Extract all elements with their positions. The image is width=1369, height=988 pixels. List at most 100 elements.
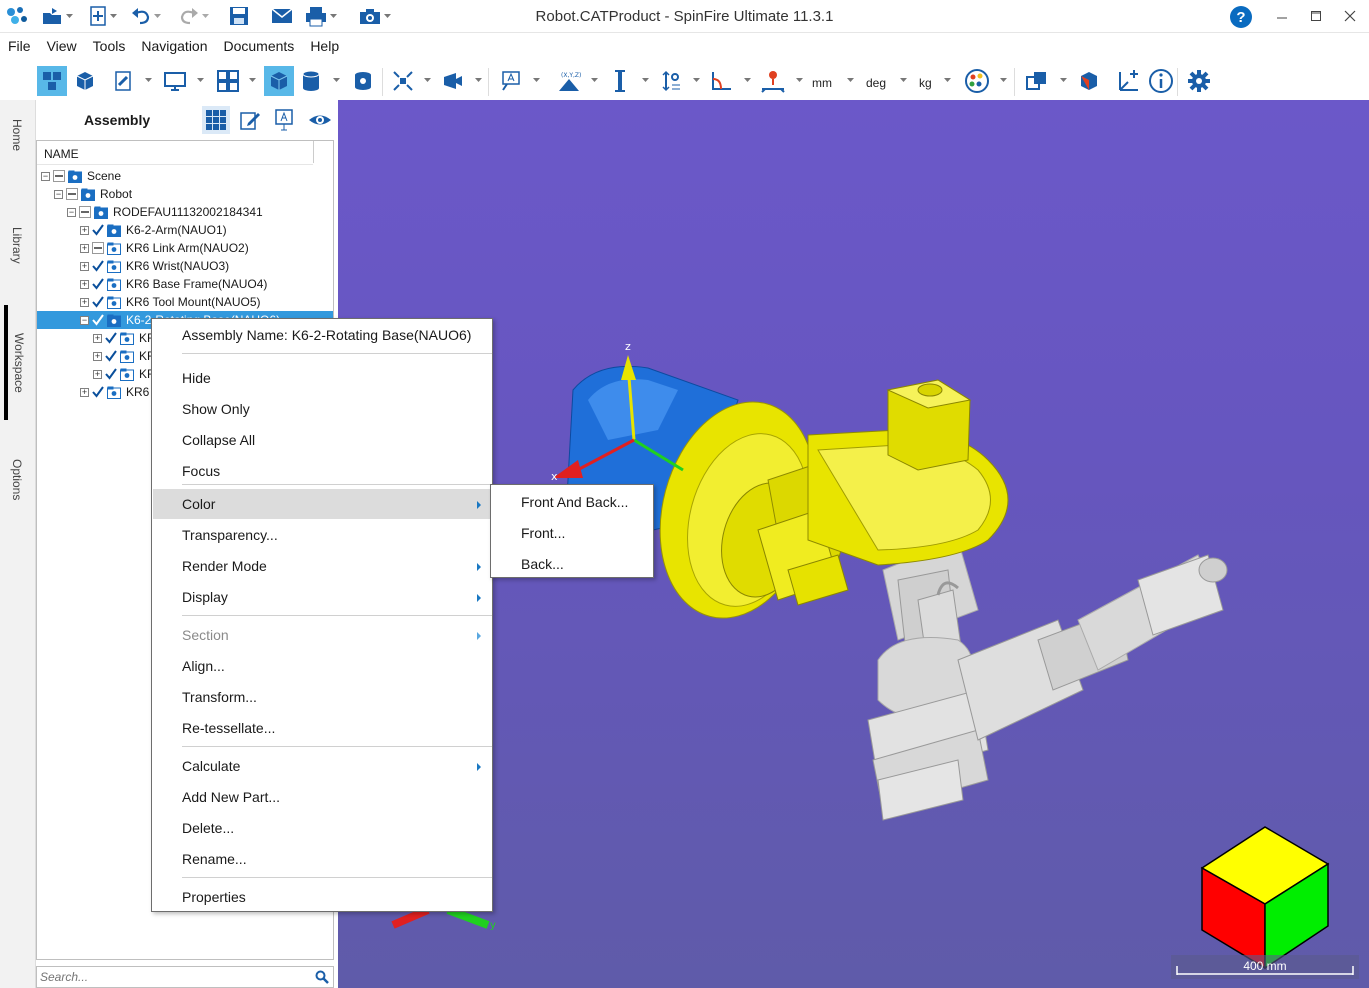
mass-unit-label[interactable]: kg xyxy=(919,76,932,90)
menu-file[interactable]: File xyxy=(0,34,39,58)
collapse-icon[interactable]: − xyxy=(41,171,50,181)
menu-item-hide[interactable]: Hide xyxy=(153,363,491,393)
visibility-checkbox[interactable] xyxy=(105,332,117,344)
angle-unit-label[interactable]: deg xyxy=(866,76,886,90)
visibility-checkbox[interactable] xyxy=(92,260,104,272)
expand-icon[interactable]: + xyxy=(93,351,102,361)
visibility-checkbox[interactable] xyxy=(92,242,104,254)
chevron-down-icon[interactable] xyxy=(1060,78,1068,84)
chevron-down-icon[interactable] xyxy=(944,78,952,84)
explode-button[interactable] xyxy=(388,66,418,96)
menu-item-focus[interactable]: Focus xyxy=(153,456,491,486)
chevron-down-icon[interactable] xyxy=(1000,78,1008,84)
menu-item-collapse-all[interactable]: Collapse All xyxy=(153,425,491,455)
menu-item-color[interactable]: Color xyxy=(153,489,491,519)
expand-icon[interactable]: + xyxy=(80,279,89,289)
tree-row[interactable]: + K6-2-Arm(NAUO1) xyxy=(37,221,333,239)
side-tab-options[interactable]: Options xyxy=(4,425,30,535)
menu-item-render-mode[interactable]: Render Mode xyxy=(153,551,491,581)
expand-icon[interactable]: + xyxy=(80,297,89,307)
chevron-down-icon[interactable] xyxy=(744,78,752,84)
chevron-down-icon[interactable] xyxy=(900,78,908,84)
cylinder-tool-button[interactable] xyxy=(348,66,378,96)
visibility-checkbox[interactable] xyxy=(92,296,104,308)
submenu-front[interactable]: Front... xyxy=(492,517,652,547)
material-button[interactable] xyxy=(962,66,992,96)
tree-row[interactable]: − RODEFAU11132002184341 xyxy=(37,203,333,221)
visibility-checkbox[interactable] xyxy=(105,368,117,380)
chevron-down-icon[interactable] xyxy=(424,78,432,84)
view-cube[interactable] xyxy=(1200,826,1330,970)
tree-row[interactable]: + KR6 Link Arm(NAUO2) xyxy=(37,239,333,257)
menu-item-properties[interactable]: Properties xyxy=(153,882,491,912)
distance-measure-button[interactable] xyxy=(605,66,635,96)
visibility-checkbox[interactable] xyxy=(66,188,78,200)
annotation-button[interactable] xyxy=(496,66,526,96)
chevron-down-icon[interactable] xyxy=(693,78,701,84)
coordinate-system-button[interactable] xyxy=(1114,66,1144,96)
expand-icon[interactable]: + xyxy=(80,225,89,235)
menu-documents[interactable]: Documents xyxy=(216,34,303,58)
markup-button[interactable] xyxy=(108,66,138,96)
chevron-down-icon[interactable] xyxy=(249,78,257,84)
menu-item-show-only[interactable]: Show Only xyxy=(153,394,491,424)
menu-item-calculate[interactable]: Calculate xyxy=(153,751,491,781)
visibility-checkbox[interactable] xyxy=(92,224,104,236)
visibility-checkbox[interactable] xyxy=(53,170,65,182)
menu-item-delete[interactable]: Delete... xyxy=(153,813,491,843)
database-button[interactable] xyxy=(296,66,326,96)
visibility-checkbox[interactable] xyxy=(92,314,104,326)
assembly-view-button[interactable] xyxy=(37,66,67,96)
menu-item-re-tessellate[interactable]: Re-tessellate... xyxy=(153,713,491,743)
chevron-down-icon[interactable] xyxy=(145,78,153,84)
visibility-checkbox[interactable] xyxy=(92,278,104,290)
chevron-down-icon[interactable] xyxy=(475,78,483,84)
part-view-button[interactable] xyxy=(70,66,100,96)
chevron-down-icon[interactable] xyxy=(533,78,541,84)
close-button[interactable] xyxy=(1338,4,1362,28)
tree-view-button[interactable] xyxy=(202,106,230,134)
chevron-down-icon[interactable] xyxy=(796,78,804,84)
menu-item-align[interactable]: Align... xyxy=(153,651,491,681)
edit-button[interactable] xyxy=(236,106,264,134)
side-tab-library[interactable]: Library xyxy=(4,190,30,300)
tree-row[interactable]: + KR6 Wrist(NAUO3) xyxy=(37,257,333,275)
surface-measure-button[interactable] xyxy=(758,66,788,96)
menu-item-display[interactable]: Display xyxy=(153,582,491,612)
collapse-icon[interactable]: − xyxy=(80,315,89,325)
visibility-checkbox[interactable] xyxy=(105,350,117,362)
search-input[interactable] xyxy=(37,967,307,987)
side-tab-home[interactable]: Home xyxy=(4,100,30,170)
visibility-checkbox[interactable] xyxy=(79,206,91,218)
expand-icon[interactable]: + xyxy=(80,261,89,271)
compare-button[interactable] xyxy=(1022,66,1052,96)
tree-row[interactable]: − Scene xyxy=(37,167,333,185)
side-tab-workspace[interactable]: Workspace xyxy=(4,305,30,420)
tree-row[interactable]: + KR6 Tool Mount(NAUO5) xyxy=(37,293,333,311)
chevron-down-icon[interactable] xyxy=(197,78,205,84)
camera-view-button[interactable] xyxy=(438,66,468,96)
collapse-icon[interactable]: − xyxy=(54,189,63,199)
menu-item-add-new-part[interactable]: Add New Part... xyxy=(153,782,491,812)
chevron-down-icon[interactable] xyxy=(642,78,650,84)
tree-column-header[interactable]: NAME xyxy=(37,141,313,165)
maximize-button[interactable] xyxy=(1304,4,1328,28)
menu-item-transparency[interactable]: Transparency... xyxy=(153,520,491,550)
submenu-front-and-back[interactable]: Front And Back... xyxy=(492,486,652,516)
menu-view[interactable]: View xyxy=(39,34,85,58)
annotation-panel-button[interactable] xyxy=(270,106,298,134)
help-button[interactable]: ? xyxy=(1230,6,1252,28)
visibility-button[interactable] xyxy=(306,106,334,134)
angle-measure-button[interactable] xyxy=(706,66,736,96)
menu-tools[interactable]: Tools xyxy=(85,34,134,58)
chevron-down-icon[interactable] xyxy=(333,78,341,84)
menu-item-transform[interactable]: Transform... xyxy=(153,682,491,712)
expand-icon[interactable]: + xyxy=(80,387,89,397)
chevron-down-icon[interactable] xyxy=(847,78,855,84)
section-cube-button[interactable] xyxy=(1074,66,1104,96)
display-button[interactable] xyxy=(160,66,190,96)
menu-help[interactable]: Help xyxy=(302,34,347,58)
expand-icon[interactable]: + xyxy=(93,369,102,379)
chevron-down-icon[interactable] xyxy=(591,78,599,84)
minimize-button[interactable] xyxy=(1270,4,1294,28)
